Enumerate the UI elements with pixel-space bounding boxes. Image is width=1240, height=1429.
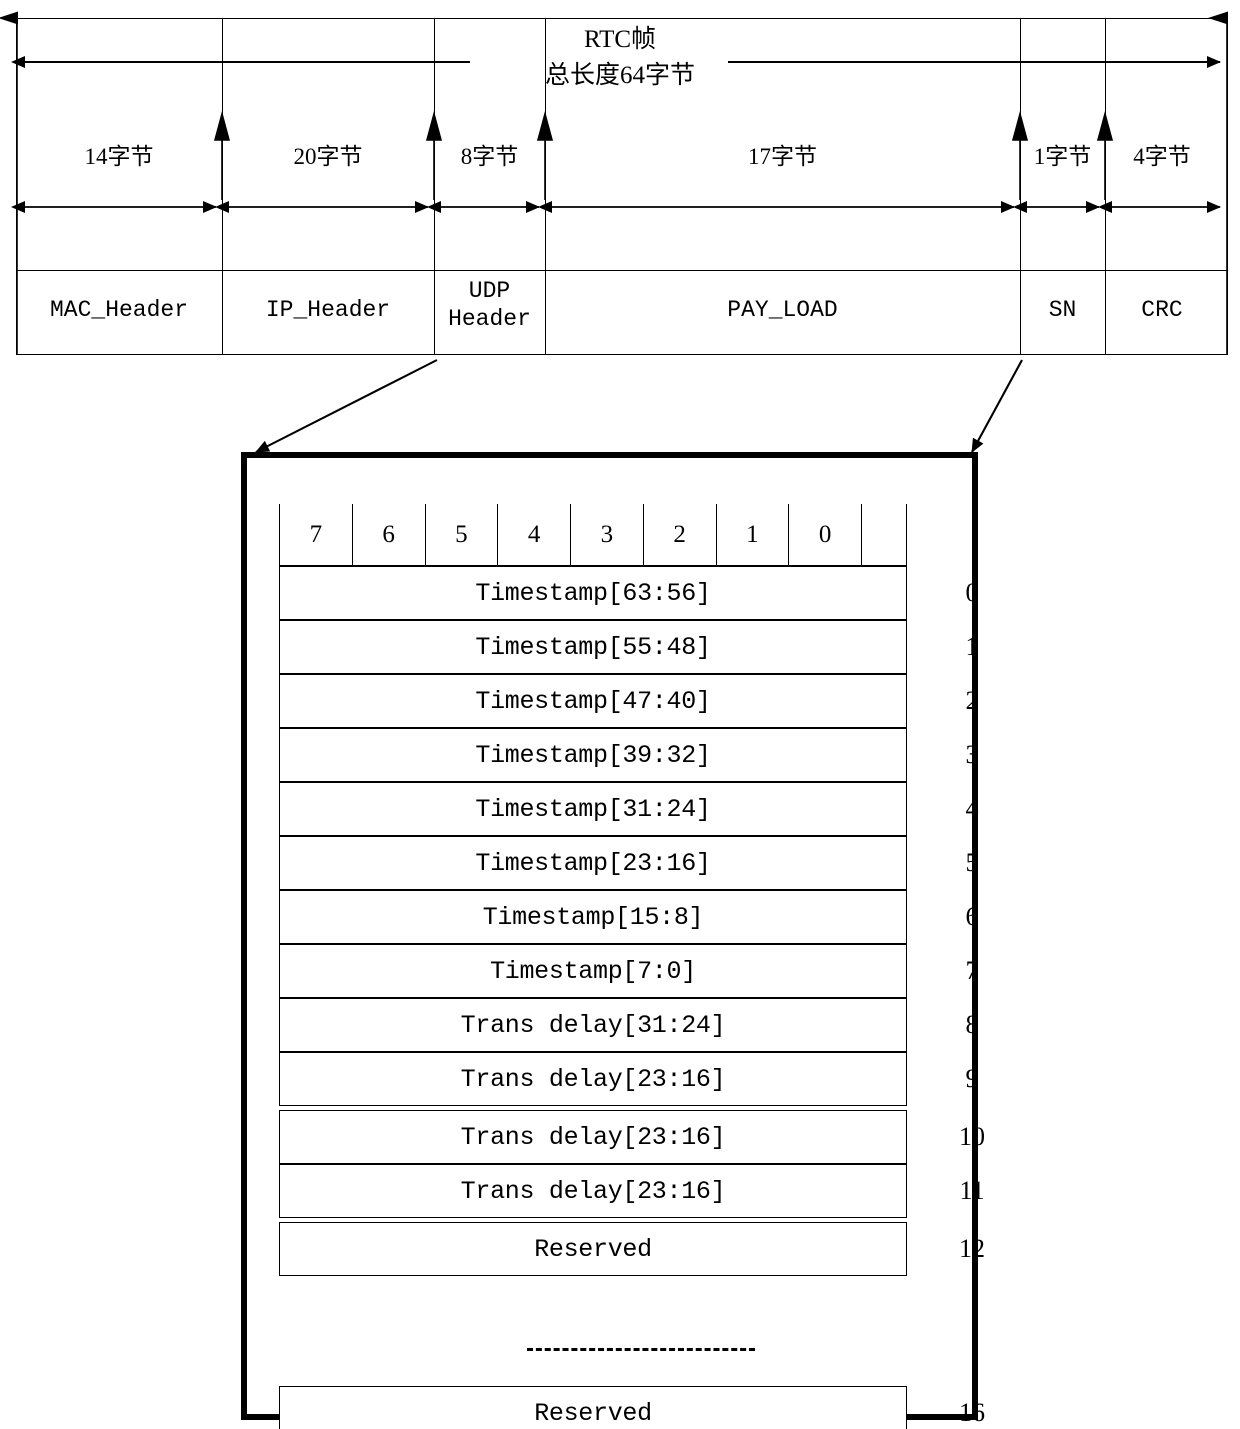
byte-row: Trans delay[23:16] (279, 1052, 907, 1106)
bit-header-2: 2 (642, 504, 716, 565)
field-udp-header: UDP Header (434, 278, 545, 333)
field-pay-load: PAY_LOAD (727, 297, 838, 323)
byte-row-index: 10 (959, 1122, 985, 1151)
frame-title-line1: RTC帧 (583, 26, 657, 53)
byte-row-index: 6 (965, 902, 979, 931)
byte-row: Reserved (279, 1222, 907, 1276)
field-crc: CRC (1141, 297, 1183, 323)
bit-header-5: 5 (424, 504, 498, 565)
diagram-canvas: RTC帧 总长度64字节 14字节 20字节 8字节 17字节 1字节 4字节 … (0, 0, 1240, 1429)
segment-size-20: 20字节 (293, 144, 363, 169)
byte-row: Timestamp[31:24] (279, 782, 907, 836)
byte-row: Reserved (279, 1386, 907, 1429)
byte-row-index: 8 (965, 1010, 979, 1039)
byte-row-index: 3 (965, 740, 979, 769)
byte-row: Trans delay[31:24] (279, 998, 907, 1052)
segment-size-1: 1字节 (1033, 144, 1092, 169)
bit-header-spacer (861, 504, 907, 565)
field-row-top-rule (16, 270, 1228, 271)
byte-row: Timestamp[47:40] (279, 674, 907, 728)
byte-row-index: 7 (965, 956, 979, 985)
segment-size-14: 14字节 (84, 144, 154, 169)
byte-row: Timestamp[23:16] (279, 836, 907, 890)
frame-title-line2: 总长度64字节 (544, 62, 695, 90)
rows-continuation-separator (527, 1348, 755, 1351)
byte-row: Timestamp[39:32] (279, 728, 907, 782)
segment-size-17: 17字节 (748, 144, 817, 169)
byte-row: Timestamp[15:8] (279, 890, 907, 944)
byte-row-index: 1 (965, 632, 979, 661)
field-udp-header-line2: Header (448, 305, 531, 332)
bit-header-0: 0 (788, 504, 861, 565)
bit-index-header-row: 7 6 5 4 3 2 1 0 (279, 504, 907, 566)
payload-detail-table: 7 6 5 4 3 2 1 0 Timestamp[63:56] 0 Times… (279, 486, 985, 1429)
field-sn: SN (1048, 297, 1077, 323)
segment-size-8: 8字节 (460, 144, 519, 169)
byte-row-index: 11 (959, 1176, 985, 1205)
byte-row: Trans delay[23:16] (279, 1110, 907, 1164)
segment-size-4: 4字节 (1133, 144, 1191, 169)
leader-payload-right (971, 359, 1023, 453)
byte-row-index: 2 (965, 686, 979, 715)
bit-header-7: 7 (279, 504, 352, 565)
frame-title: RTC帧 总长度64字节 (420, 22, 820, 95)
callout-leaders (255, 359, 1023, 453)
payload-detail-box: 7 6 5 4 3 2 1 0 Timestamp[63:56] 0 Times… (241, 452, 985, 1429)
byte-row: Trans delay[23:16] (279, 1164, 907, 1218)
field-udp-header-line1: UDP (468, 278, 511, 304)
field-ip-header: IP_Header (265, 297, 391, 323)
bit-header-4: 4 (497, 504, 570, 565)
byte-row-index: 12 (959, 1234, 985, 1263)
leader-payload-left (255, 359, 438, 453)
bit-header-6: 6 (351, 504, 425, 565)
byte-row-index: 5 (965, 848, 979, 877)
byte-row-index: 16 (959, 1398, 985, 1427)
byte-row-index: 0 (965, 578, 979, 607)
byte-row: Timestamp[63:56] (279, 566, 907, 620)
byte-row: Timestamp[55:48] (279, 620, 907, 674)
field-mac-header: MAC_Header (49, 297, 189, 323)
bit-header-1: 1 (715, 504, 789, 565)
bit-header-3: 3 (570, 504, 643, 565)
byte-row: Timestamp[7:0] (279, 944, 907, 998)
byte-row-index: 9 (965, 1064, 979, 1093)
byte-row-index: 4 (965, 794, 979, 823)
divider-sn-crc (1105, 18, 1106, 355)
